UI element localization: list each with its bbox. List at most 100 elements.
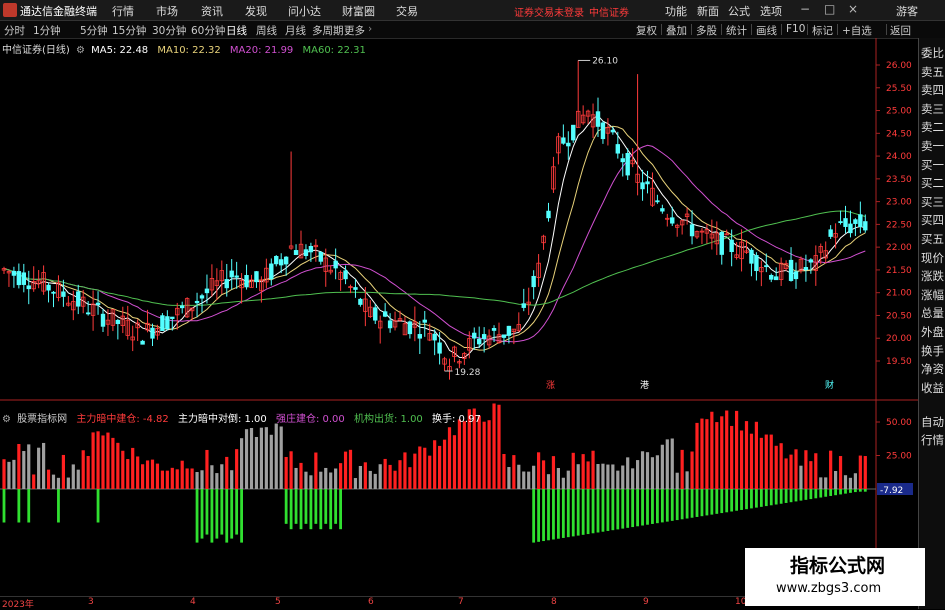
- menu-item-function[interactable]: 功能: [665, 3, 687, 19]
- side-item-8[interactable]: 买三: [921, 194, 944, 210]
- side-item-2[interactable]: 卖四: [921, 82, 944, 98]
- period-5min[interactable]: 5分钟: [80, 23, 108, 38]
- indicator-bar-negative: [294, 489, 298, 524]
- period-monthly[interactable]: 月线: [285, 23, 306, 38]
- indicator-axis-label: 25.00: [886, 452, 912, 462]
- indicator-bar: [37, 447, 41, 489]
- indicator-name[interactable]: 股票指标网: [17, 414, 67, 425]
- menu-item-news[interactable]: 资讯: [201, 3, 223, 19]
- indicator-bar-negative: [631, 489, 635, 528]
- side-bottom-1[interactable]: 行情: [921, 432, 944, 448]
- toolbar-statistics[interactable]: 统计: [726, 23, 747, 38]
- side-item-13[interactable]: 涨幅: [921, 287, 944, 303]
- minimize-icon[interactable]: −: [800, 2, 810, 16]
- side-item-16[interactable]: 换手: [921, 343, 944, 359]
- period-more[interactable]: 更多: [344, 23, 365, 38]
- indicator-bar: [512, 455, 516, 489]
- indicator-bar-negative: [284, 489, 288, 524]
- side-item-7[interactable]: 买二: [921, 175, 944, 191]
- indicator-bar: [12, 459, 16, 489]
- menu-item-options[interactable]: 选项: [760, 3, 782, 19]
- side-item-5[interactable]: 卖一: [921, 138, 944, 154]
- candle-body: [16, 271, 22, 286]
- toolbar-draw[interactable]: 画线: [756, 23, 777, 38]
- x-axis-label: 2023年: [2, 600, 34, 610]
- side-item-17[interactable]: 净资: [921, 361, 944, 377]
- settings-icon[interactable]: ⚙: [2, 414, 11, 425]
- side-item-14[interactable]: 总量: [921, 305, 944, 321]
- menu-item-new-page[interactable]: 新面: [697, 3, 719, 19]
- menu-item-formula[interactable]: 公式: [728, 3, 750, 19]
- side-item-0[interactable]: 委比: [921, 45, 944, 61]
- side-item-6[interactable]: 买一: [921, 157, 944, 173]
- candle-body: [531, 275, 536, 288]
- maximize-icon[interactable]: □: [824, 2, 835, 16]
- toolbar-add-watchlist[interactable]: +自选: [842, 23, 872, 38]
- close-icon[interactable]: ×: [848, 2, 858, 16]
- indicator-bar: [774, 445, 778, 489]
- indicator-bar-negative: [57, 489, 60, 523]
- candle-body: [521, 303, 526, 308]
- price-axis-label: 25.50: [886, 84, 912, 94]
- candle-body: [115, 319, 121, 325]
- indicator-bar-negative: [789, 489, 793, 503]
- indicator-bar-negative: [715, 489, 719, 514]
- toolbar-overlay[interactable]: 叠加: [666, 23, 687, 38]
- indicator-bar-negative: [304, 489, 308, 524]
- candle-body: [501, 334, 507, 338]
- indicator-bar-negative: [641, 489, 644, 526]
- period-1min[interactable]: 1分钟: [33, 23, 61, 38]
- indicator-bar: [482, 421, 486, 489]
- period-30min[interactable]: 30分钟: [152, 23, 186, 38]
- indicator-bar-negative: [319, 489, 323, 530]
- side-item-3[interactable]: 卖三: [921, 101, 944, 117]
- side-item-11[interactable]: 现价: [921, 250, 944, 266]
- toolbar-adjust[interactable]: 复权: [636, 23, 657, 38]
- period-tick[interactable]: 分时: [4, 23, 25, 38]
- side-bottom-0[interactable]: 自动: [921, 414, 944, 430]
- indicator-bar: [720, 416, 724, 489]
- candle-body: [407, 321, 413, 335]
- menu-item-discover[interactable]: 发现: [245, 3, 267, 19]
- side-item-18[interactable]: 收益: [921, 380, 944, 396]
- candle-body: [224, 279, 229, 289]
- menu-item-ask[interactable]: 问小达: [288, 3, 321, 19]
- period-daily[interactable]: 日线: [226, 23, 247, 38]
- candle-body: [754, 255, 759, 272]
- side-item-12[interactable]: 涨跌: [921, 268, 944, 284]
- side-item-10[interactable]: 买五: [921, 231, 944, 247]
- side-item-9[interactable]: 买四: [921, 212, 944, 228]
- side-item-4[interactable]: 卖二: [921, 119, 944, 135]
- menu-item-trade[interactable]: 交易: [396, 3, 418, 19]
- guest-label[interactable]: 游客: [896, 3, 918, 19]
- period-weekly[interactable]: 周线: [256, 23, 277, 38]
- indicator-bar: [546, 474, 551, 489]
- side-item-15[interactable]: 外盘: [921, 324, 944, 340]
- candle-body: [46, 284, 51, 291]
- candle-body: [808, 259, 814, 263]
- indicator-bar-negative: [849, 489, 852, 493]
- toolbar-back[interactable]: 返回: [890, 23, 911, 38]
- menu-item-wealth[interactable]: 财富圈: [342, 3, 375, 19]
- menu-item-market[interactable]: 行情: [112, 3, 134, 19]
- indicator-bar: [215, 473, 219, 489]
- candle-body: [793, 271, 799, 280]
- period-15min[interactable]: 15分钟: [112, 23, 146, 38]
- indicator-bar-negative: [200, 489, 204, 539]
- indicator-bar-negative: [725, 489, 729, 513]
- kline-chart[interactable]: 26.00 25.50 25.00 24.50 24.00 23.50 23.00 22.50…: [0, 38, 918, 596]
- toolbar-f10[interactable]: F10: [786, 23, 805, 35]
- toolbar-mark[interactable]: 标记: [812, 23, 833, 38]
- indicator-bar: [744, 421, 749, 489]
- period-multi[interactable]: 多周期: [312, 23, 344, 38]
- indicator-bar-negative: [289, 489, 293, 530]
- chevron-right-icon[interactable]: ›: [368, 23, 372, 35]
- side-item-1[interactable]: 卖五: [921, 64, 944, 80]
- toolbar-multi-stock[interactable]: 多股: [696, 23, 717, 38]
- period-60min[interactable]: 60分钟: [191, 23, 225, 38]
- ma10-label: MA10: 22.32: [157, 45, 221, 56]
- settings-icon[interactable]: ⚙: [76, 45, 85, 56]
- indicator-bar: [403, 452, 407, 489]
- trade-login-warning[interactable]: 证券交易未登录: [514, 4, 584, 19]
- menu-item-market-board[interactable]: 市场: [156, 3, 178, 19]
